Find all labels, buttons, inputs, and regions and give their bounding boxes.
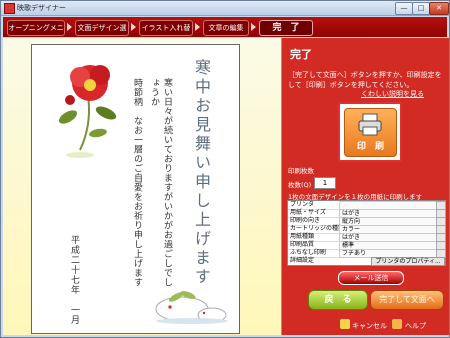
postcard-preview: 寒中お見舞い申し上げます 寒い日々が続いておりますがいかがお過ごしでしょうか 時… [31, 44, 240, 334]
settings-key: 印刷品質 [290, 241, 315, 248]
mail-send-button[interactable]: メール送信 [338, 271, 404, 285]
step-arrow-icon [67, 23, 72, 31]
print-button-label: 印 刷 [356, 142, 384, 152]
card-preview-area: 寒中お見舞い申し上げます 寒い日々が続いておりますがいかがお過ごしでしょうか 時… [3, 38, 282, 335]
step-complete[interactable]: 完 了 [259, 20, 313, 36]
step-arrow-icon [195, 23, 200, 31]
finish-to-text-button[interactable]: 完了して文面へ [370, 290, 444, 310]
copies-input[interactable]: 1 [314, 177, 336, 189]
settings-key: プリンタ [290, 201, 315, 208]
panel-description: ［完了して文面へ］ボタンを押すか、印刷設定をして［印刷］ボタンを押してください。 [288, 71, 442, 89]
print-settings-heading: 印刷枚数 [288, 167, 314, 175]
print-panel: 完了 ［完了して文面へ］ボタンを押すか、印刷設定をして［印刷］ボタンを押してくだ… [282, 38, 449, 335]
printer-settings-table: プリンタ 用紙・サイズ はがき 印刷の向き 縦方向 カートリッジの種類 カラー 用紙種… [287, 200, 446, 266]
settings-key: ふちなし印刷 [290, 249, 326, 256]
copies-label: 枚数(Q) [288, 181, 312, 189]
settings-key: 印刷の向き [290, 217, 321, 224]
window-title: 映歌デザイナー [17, 4, 66, 12]
help-button[interactable]: ヘルプ [405, 321, 426, 331]
detail-settings-label: 詳細設定 [290, 257, 315, 264]
app-icon [4, 3, 15, 14]
print-button[interactable]: 印 刷 [338, 102, 402, 162]
help-icon[interactable] [392, 319, 402, 329]
step-illust-replace[interactable]: イラスト入れ替え [139, 20, 193, 46]
maximize-button[interactable]: □ [412, 2, 430, 15]
greeting-body-1: 寒い日々が続いておりますがいかがお過ごしでしょうか [149, 78, 172, 287]
step-arrow-icon [131, 23, 136, 31]
panel-title: 完了 [290, 48, 312, 61]
cancel-icon[interactable] [340, 319, 350, 329]
greeting-title: 寒中お見舞い申し上げます [192, 59, 211, 287]
camellia-illustration [58, 65, 117, 158]
back-button[interactable]: 戻 る [308, 290, 368, 310]
settings-key: 用紙・サイズ [290, 209, 326, 216]
settings-key: カートリッジの種類 [290, 225, 345, 232]
cancel-button[interactable]: キャンセル [352, 321, 387, 331]
close-button[interactable]: ✕ [429, 2, 449, 15]
snow-rabbit-illustration [155, 291, 228, 324]
step-design-select[interactable]: 文面デザイン選択 [75, 20, 129, 46]
step-arrow-icon [251, 23, 256, 31]
printer-properties-button[interactable]: プリンタのプロパティ... [371, 257, 445, 266]
minimize-button[interactable]: — [395, 2, 413, 15]
detail-help-link[interactable]: くわしい説明を見る [361, 89, 424, 99]
greeting-body-2: 時節柄 なお一層のご自愛をお祈り申し上げます [132, 78, 142, 287]
step-opening-menu[interactable]: オープニングメニュー [7, 20, 65, 46]
title-bar: 映歌デザイナー — □ ✕ [1, 1, 449, 16]
app-window: 映歌デザイナー — □ ✕ オープニングメニュー 文面デザイン選択 イラスト入れ… [0, 0, 450, 338]
settings-key: 用紙種類 [290, 233, 315, 240]
step-navigation: オープニングメニュー 文面デザイン選択 イラスト入れ替え 文章の編集 完 了 [3, 17, 447, 46]
greeting-date: 平成二十七年 一月 [69, 235, 79, 325]
step-text-edit[interactable]: 文章の編集 [203, 20, 249, 36]
printer-icon [358, 113, 382, 136]
